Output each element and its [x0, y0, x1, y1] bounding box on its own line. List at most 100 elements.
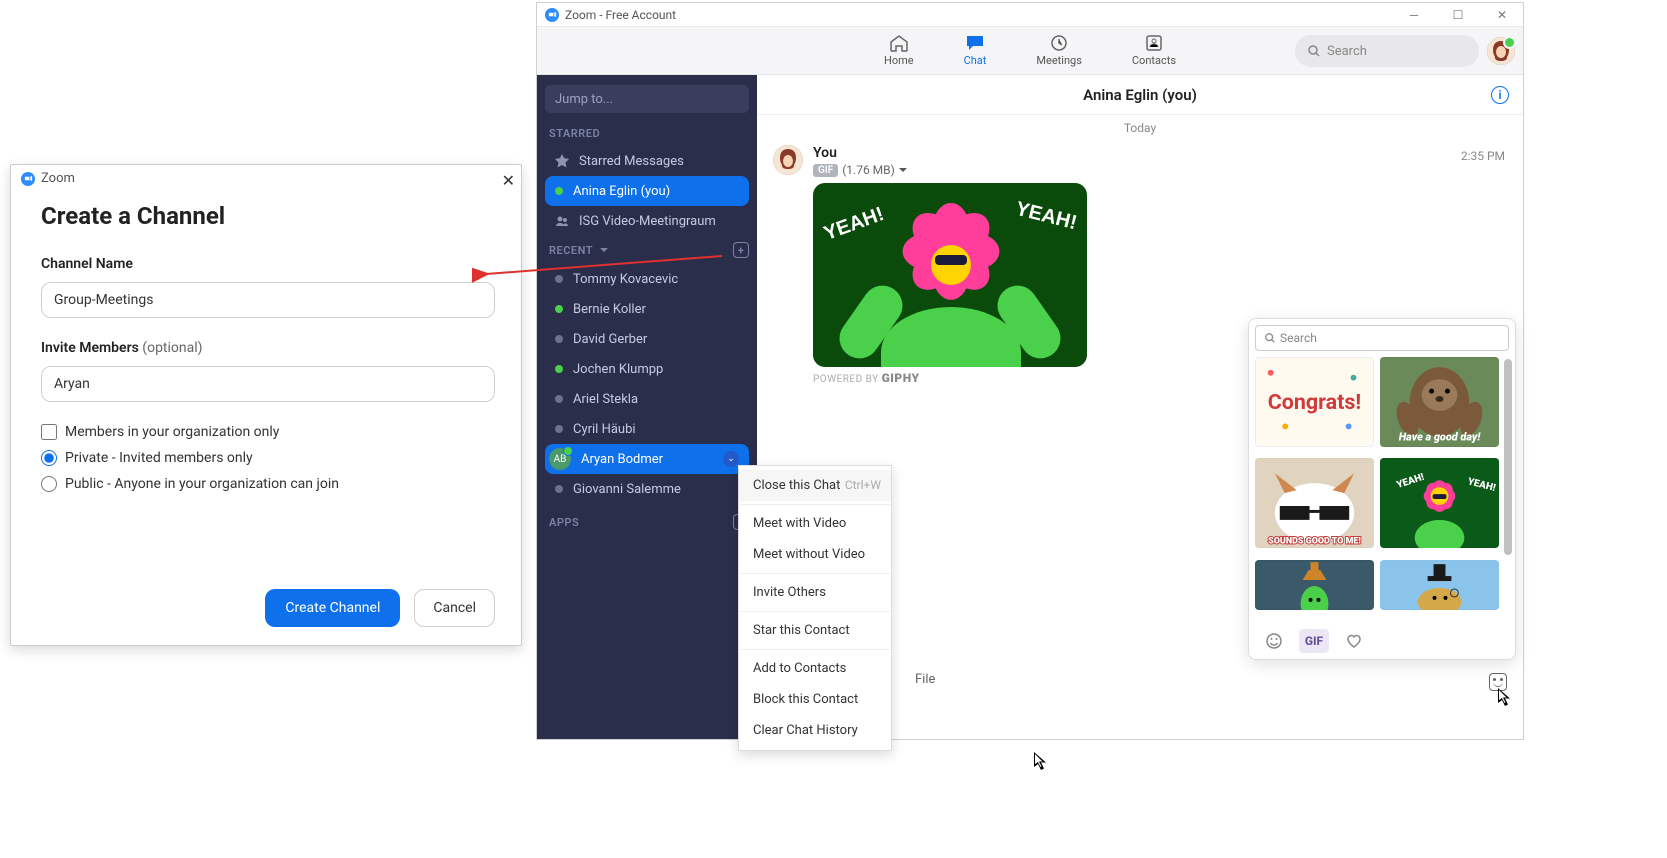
gif-cell-soundsgood[interactable]: SOUNDS GOOD TO ME!	[1255, 458, 1374, 548]
presence-icon	[555, 275, 563, 283]
chat-icon	[965, 34, 985, 52]
nav-meetings[interactable]: Meetings	[1036, 34, 1081, 67]
create-channel-button[interactable]: Create Channel	[265, 589, 400, 627]
presence-icon	[555, 335, 563, 343]
sidebar-starred-messages[interactable]: Starred Messages	[545, 146, 749, 176]
channel-name-label: Channel Name	[41, 256, 491, 272]
sidebar-item-isg[interactable]: ISG Video-Meetingraum	[545, 206, 749, 236]
sidebar-section-recent[interactable]: RECENT +	[549, 242, 749, 258]
clock-icon	[1049, 34, 1069, 52]
search-input[interactable]: Search	[1295, 35, 1479, 67]
sidebar-section-apps[interactable]: APPS +	[549, 514, 749, 530]
ctx-close-chat[interactable]: Close this ChatCtrl+W	[739, 470, 891, 501]
sidebar-item-recent[interactable]: Giovanni Salemme	[545, 474, 749, 504]
info-icon[interactable]: i	[1491, 86, 1509, 104]
message-avatar	[773, 145, 803, 175]
ctx-meet-video[interactable]: Meet with Video	[739, 508, 891, 539]
zoom-logo-icon	[21, 172, 35, 186]
star-icon	[555, 154, 569, 168]
message-meta: GIF (1.76 MB)	[813, 163, 1507, 177]
sidebar-item-recent[interactable]: Bernie Koller	[545, 294, 749, 324]
ctx-clear[interactable]: Clear Chat History	[739, 715, 891, 746]
channel-name-input[interactable]	[41, 282, 495, 318]
zoom-logo-icon	[545, 8, 559, 22]
caret-down-icon[interactable]	[899, 166, 907, 174]
svg-text:Congrats!: Congrats!	[1268, 390, 1361, 415]
org-only-checkbox[interactable]: Members in your organization only	[41, 424, 491, 440]
sidebar-item-recent[interactable]: Tommy Kovacevic	[545, 264, 749, 294]
invite-members-label: Invite Members (optional)	[41, 340, 491, 356]
gif-cell-partial[interactable]	[1380, 560, 1499, 610]
dialog-title-text: Zoom	[41, 171, 75, 186]
ctx-invite[interactable]: Invite Others	[739, 577, 891, 608]
chat-header: Anina Eglin (you) i	[757, 75, 1523, 115]
scrollbar[interactable]	[1504, 359, 1512, 555]
contacts-icon	[1144, 34, 1164, 52]
message-time: 2:35 PM	[1461, 149, 1505, 163]
ctx-add[interactable]: Add to Contacts	[739, 653, 891, 684]
group-icon	[555, 214, 569, 228]
gif-search-input[interactable]: Search	[1255, 325, 1509, 351]
window-titlebar: Zoom - Free Account ─ ☐ ✕	[537, 3, 1523, 27]
add-channel-button[interactable]: +	[733, 242, 749, 258]
presence-icon	[555, 187, 563, 195]
jump-to-input[interactable]: Jump to...	[545, 85, 749, 113]
avatar: AB	[549, 448, 571, 470]
search-icon	[1264, 332, 1276, 344]
window-maximize-button[interactable]: ☐	[1443, 6, 1473, 24]
invite-members-input[interactable]	[41, 366, 495, 402]
search-icon	[1307, 44, 1321, 58]
dialog-heading: Create a Channel	[41, 202, 491, 230]
chat-sidebar: Jump to... STARRED Starred Messages Anin…	[537, 75, 757, 739]
gif-tab[interactable]: GIF	[1299, 629, 1329, 653]
sidebar-item-recent[interactable]: Cyril Häubi	[545, 414, 749, 444]
presence-icon	[555, 485, 563, 493]
presence-icon	[555, 305, 563, 313]
window-minimize-button[interactable]: ─	[1399, 6, 1429, 24]
gif-cell-yeah[interactable]: YEAH! YEAH!	[1380, 458, 1499, 548]
private-radio[interactable]: Private - Invited members only	[41, 450, 491, 466]
gif-cell-congrats[interactable]: Congrats!	[1255, 357, 1374, 447]
message-sender: You	[813, 145, 1507, 161]
cancel-button[interactable]: Cancel	[414, 589, 495, 627]
sidebar-item-self[interactable]: Anina Eglin (you)	[545, 176, 749, 206]
nav-contacts[interactable]: Contacts	[1132, 34, 1176, 67]
sidebar-item-recent[interactable]: David Gerber	[545, 324, 749, 354]
presence-icon	[555, 425, 563, 433]
sidebar-item-aryan[interactable]: AB Aryan Bodmer ⌄	[545, 444, 749, 474]
sidebar-item-recent[interactable]: Jochen Klumpp	[545, 354, 749, 384]
gif-image[interactable]: YEAH! YEAH!	[813, 183, 1087, 367]
ctx-block[interactable]: Block this Contact	[739, 684, 891, 715]
dialog-titlebar: Zoom ✕	[11, 165, 521, 192]
gif-cell-partial[interactable]	[1255, 560, 1374, 610]
chevron-down-icon	[599, 245, 609, 255]
date-separator: Today	[757, 121, 1523, 135]
presence-icon	[555, 395, 563, 403]
chevron-down-icon[interactable]: ⌄	[723, 451, 739, 467]
sidebar-item-recent[interactable]: Ariel Stekla	[545, 384, 749, 414]
dialog-close-button[interactable]: ✕	[502, 171, 515, 190]
sidebar-section-starred: STARRED	[549, 127, 749, 140]
public-radio[interactable]: Public - Anyone in your organization can…	[41, 476, 491, 492]
heart-icon	[1345, 632, 1363, 650]
nav-chat[interactable]: Chat	[964, 34, 987, 67]
top-navigation: Home Chat Meetings Contacts Search	[537, 27, 1523, 75]
presence-icon	[555, 365, 563, 373]
file-button[interactable]: File	[915, 672, 935, 687]
gif-cell-goodday[interactable]: Have a good day!	[1380, 357, 1499, 447]
svg-text:Have a good day!: Have a good day!	[1399, 431, 1482, 444]
contact-context-menu: Close this ChatCtrl+W Meet with Video Me…	[738, 465, 892, 751]
gif-picker: Search Congrats! Have a good day!	[1248, 318, 1516, 660]
gif-badge: GIF	[813, 164, 838, 177]
nav-home[interactable]: Home	[884, 34, 914, 67]
ctx-star[interactable]: Star this Contact	[739, 615, 891, 646]
emoji-tab[interactable]	[1259, 629, 1289, 653]
heart-tab[interactable]	[1339, 629, 1369, 653]
home-icon	[889, 34, 909, 52]
window-close-button[interactable]: ✕	[1487, 6, 1517, 24]
emoji-picker-button[interactable]	[1489, 673, 1507, 691]
ctx-meet-no-video[interactable]: Meet without Video	[739, 539, 891, 570]
profile-avatar[interactable]	[1487, 37, 1515, 65]
create-channel-dialog: Zoom ✕ Create a Channel Channel Name Inv…	[10, 164, 522, 646]
svg-text:SOUNDS GOOD TO ME!: SOUNDS GOOD TO ME!	[1268, 537, 1361, 547]
